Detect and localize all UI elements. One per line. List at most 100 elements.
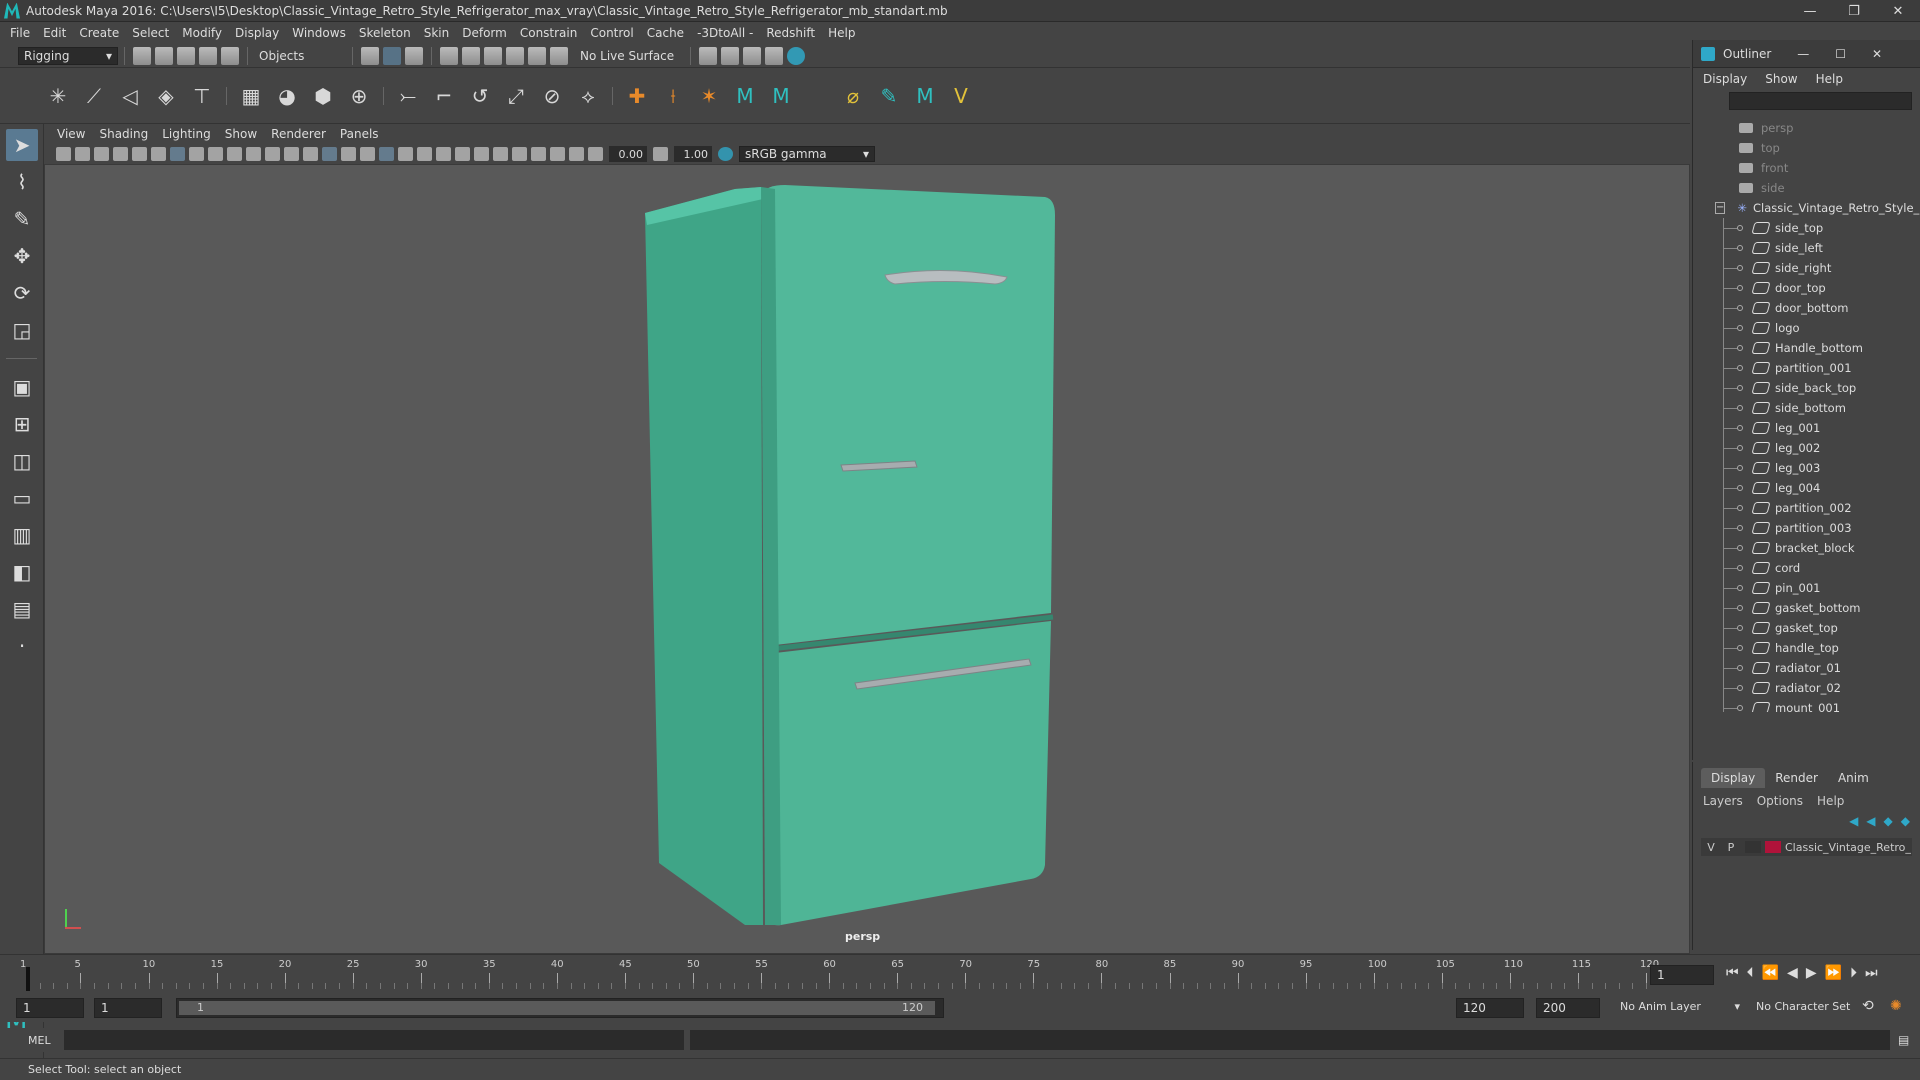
- collapse-icon[interactable]: −: [1715, 202, 1726, 214]
- rotate-tool-icon[interactable]: ⟳: [6, 277, 38, 309]
- layer-visibility[interactable]: V: [1701, 841, 1721, 854]
- scale-constraint-icon[interactable]: ⤢: [503, 83, 529, 109]
- select-component-icon[interactable]: [405, 46, 423, 65]
- ik-fk-icon[interactable]: ⟊: [660, 83, 686, 109]
- xray-icon[interactable]: [531, 147, 546, 161]
- camera-select-icon[interactable]: [56, 147, 71, 161]
- exposure-icon[interactable]: [588, 147, 603, 161]
- outliner-item[interactable]: door_top: [1693, 278, 1920, 298]
- resolution-gate-icon[interactable]: [208, 147, 223, 161]
- move-down-icon[interactable]: ◆: [1884, 814, 1893, 832]
- camera-attr-icon[interactable]: [132, 147, 147, 161]
- lasso-tool-icon[interactable]: ⌇: [6, 166, 38, 198]
- gamma-field[interactable]: 1.00: [674, 146, 712, 162]
- menu-cache[interactable]: Cache: [647, 26, 684, 40]
- bookmark-icon[interactable]: [94, 147, 109, 161]
- menu-edit[interactable]: Edit: [43, 26, 66, 40]
- refrigerator-model[interactable]: [45, 165, 1690, 954]
- step-forward-icon[interactable]: ⏩: [1825, 965, 1842, 981]
- layout-c-icon[interactable]: ▥: [6, 519, 38, 551]
- menu-redshift[interactable]: Redshift: [766, 26, 815, 40]
- outliner-item[interactable]: side_top: [1693, 218, 1920, 238]
- single-view-icon[interactable]: ▣: [6, 371, 38, 403]
- exposure-field[interactable]: 0.00: [609, 146, 647, 162]
- set-driven-key-icon[interactable]: ⌀: [840, 83, 866, 109]
- render-view-icon[interactable]: [699, 46, 718, 65]
- outliner-item[interactable]: leg_004: [1693, 478, 1920, 498]
- four-view-icon[interactable]: ⊞: [6, 408, 38, 440]
- snap-surface-icon[interactable]: [528, 46, 546, 65]
- outliner-item[interactable]: door_bottom: [1693, 298, 1920, 318]
- play-forward-icon[interactable]: ▶: [1806, 965, 1817, 981]
- more-layouts-icon[interactable]: ·: [6, 630, 38, 662]
- playback-end-field[interactable]: 120: [1456, 998, 1524, 1018]
- menu-file[interactable]: File: [10, 26, 30, 40]
- wireframe-icon[interactable]: [303, 147, 318, 161]
- safe-action-icon[interactable]: [265, 147, 280, 161]
- outliner-item[interactable]: gasket_top: [1693, 618, 1920, 638]
- bind-skin-icon[interactable]: ▦: [238, 83, 264, 109]
- render-settings-icon[interactable]: [765, 46, 784, 65]
- paint-weights-icon[interactable]: ◕: [274, 83, 300, 109]
- aa-icon[interactable]: [474, 147, 489, 161]
- outliner-group[interactable]: − ✳ Classic_Vintage_Retro_Style_I: [1693, 198, 1920, 218]
- safe-title-icon[interactable]: [284, 147, 299, 161]
- snap-curve-icon[interactable]: [462, 46, 480, 65]
- outliner-item[interactable]: partition_003: [1693, 518, 1920, 538]
- mel-label[interactable]: MEL: [0, 1034, 60, 1047]
- joint-tool-icon[interactable]: ✳: [45, 83, 71, 109]
- ssao-icon[interactable]: [436, 147, 451, 161]
- outliner-item[interactable]: cord: [1693, 558, 1920, 578]
- layer-menu-options[interactable]: Options: [1757, 794, 1803, 808]
- dof-icon[interactable]: [493, 147, 508, 161]
- lattice-icon[interactable]: ⬢: [310, 83, 336, 109]
- field-chart-icon[interactable]: [246, 147, 261, 161]
- render-icon[interactable]: [721, 46, 740, 65]
- maya-m2-icon[interactable]: M: [768, 83, 794, 109]
- snap-point-icon[interactable]: [484, 46, 502, 65]
- menu-control[interactable]: Control: [590, 26, 633, 40]
- mirror-joint-icon[interactable]: ⊤: [189, 83, 215, 109]
- ik-spline-icon[interactable]: ◁: [117, 83, 143, 109]
- isolate-icon[interactable]: [512, 147, 527, 161]
- xray-joints-icon[interactable]: [550, 147, 565, 161]
- layer-tab-anim[interactable]: Anim: [1828, 768, 1879, 788]
- pole-vector-icon[interactable]: ⟡: [575, 83, 601, 109]
- menu-skeleton[interactable]: Skeleton: [359, 26, 411, 40]
- film-gate-icon[interactable]: [189, 147, 204, 161]
- outliner-item[interactable]: handle_top: [1693, 638, 1920, 658]
- maya-m3-icon[interactable]: M: [912, 83, 938, 109]
- viewport-menu-renderer[interactable]: Renderer: [271, 127, 326, 141]
- locator-icon[interactable]: ✚: [624, 83, 650, 109]
- menu-modify[interactable]: Modify: [182, 26, 222, 40]
- smooth-shade-icon[interactable]: [322, 147, 337, 161]
- select-hierarchy-icon[interactable]: [361, 46, 379, 65]
- layer-playback[interactable]: P: [1721, 841, 1741, 854]
- image-plane-icon[interactable]: [113, 147, 128, 161]
- time-ruler[interactable]: 1 5 10 15 20 25 30 35 40 45 50 55 60 65 70 75 80 85 90 95 10…: [20, 959, 1659, 989]
- outliner-item[interactable]: Handle_bottom: [1693, 338, 1920, 358]
- menu-deform[interactable]: Deform: [462, 26, 507, 40]
- outliner-item[interactable]: gasket_bottom: [1693, 598, 1920, 618]
- maya-m-icon[interactable]: M: [732, 83, 758, 109]
- outliner-item[interactable]: radiator_02: [1693, 678, 1920, 698]
- xray-components-icon[interactable]: [569, 147, 584, 161]
- layer-menu-layers[interactable]: Layers: [1703, 794, 1743, 808]
- maximize-button[interactable]: ❐: [1832, 0, 1876, 22]
- grease-pencil-icon[interactable]: [151, 147, 166, 161]
- character-set-dropdown[interactable]: No Character Set: [1756, 1000, 1850, 1013]
- layer-menu-help[interactable]: Help: [1817, 794, 1844, 808]
- layout-d-icon[interactable]: ◧: [6, 556, 38, 588]
- outliner-menu-display[interactable]: Display: [1703, 72, 1747, 86]
- snap-view-icon[interactable]: [506, 46, 524, 65]
- outliner-menu-help[interactable]: Help: [1816, 72, 1843, 86]
- menu-create[interactable]: Create: [79, 26, 119, 40]
- create-layer-icon[interactable]: ◆: [1901, 814, 1910, 832]
- outliner-item[interactable]: leg_003: [1693, 458, 1920, 478]
- go-start-icon[interactable]: ⏮: [1726, 965, 1739, 981]
- start-time-field[interactable]: 1: [16, 998, 84, 1018]
- outliner-item[interactable]: side_bottom: [1693, 398, 1920, 418]
- outliner-item[interactable]: side_back_top: [1693, 378, 1920, 398]
- minimize-button[interactable]: —: [1788, 0, 1832, 22]
- layer-tab-render[interactable]: Render: [1765, 768, 1828, 788]
